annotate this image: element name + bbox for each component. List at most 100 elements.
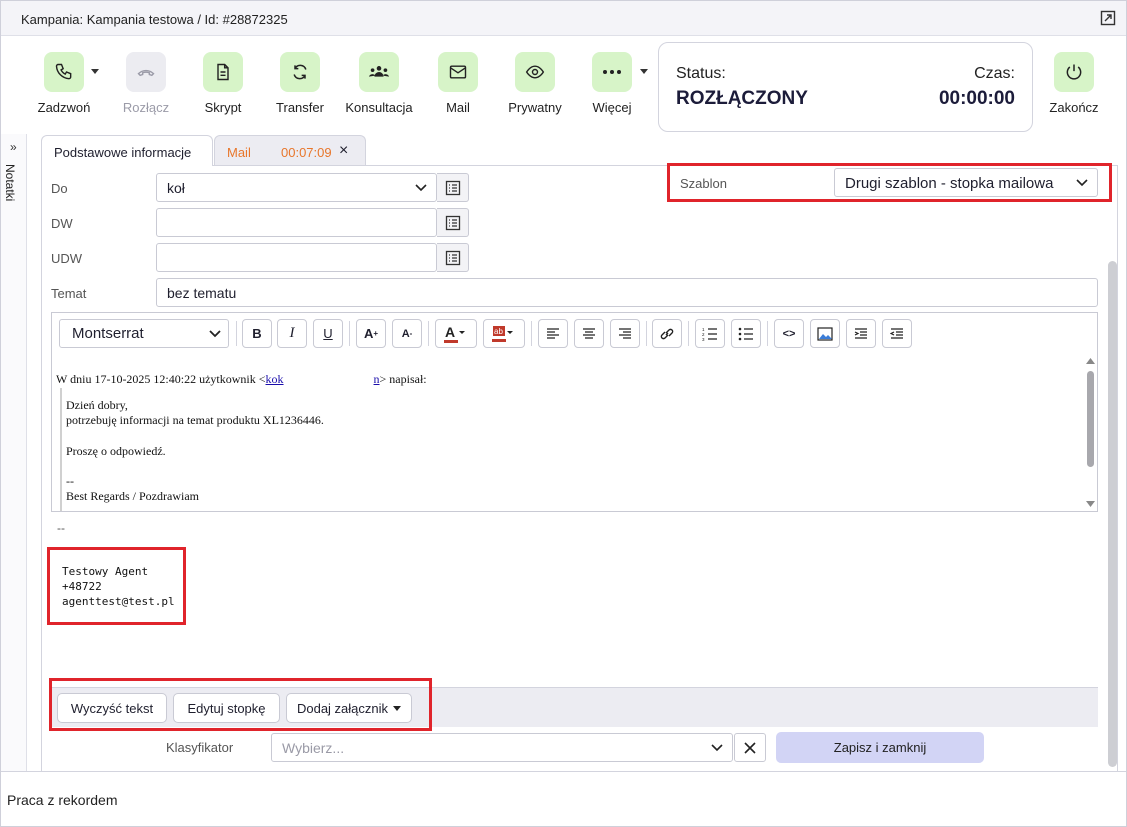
phone-icon bbox=[44, 52, 84, 92]
classifier-label: Klasyfikator bbox=[166, 740, 234, 755]
eye-icon bbox=[515, 52, 555, 92]
align-center-icon[interactable] bbox=[574, 319, 604, 348]
notes-panel-toggle[interactable]: » Notatki bbox=[1, 134, 27, 771]
italic-icon[interactable]: I bbox=[277, 319, 307, 348]
numbered-list-icon[interactable]: 123 bbox=[695, 319, 725, 348]
image-icon[interactable] bbox=[810, 319, 840, 348]
tab-basic-info-label: Podstawowe informacje bbox=[54, 145, 192, 160]
call-button[interactable]: Zadzwoń bbox=[24, 52, 104, 115]
consult-button[interactable]: Konsultacja bbox=[339, 52, 419, 115]
finish-label: Zakończ bbox=[1049, 100, 1099, 115]
toolbar-separator bbox=[236, 321, 237, 346]
to-input[interactable]: koł bbox=[156, 173, 437, 202]
script-label: Skrypt bbox=[204, 100, 242, 115]
template-value: Drugi szablon - stopka mailowa bbox=[845, 175, 1054, 192]
address-book-icon[interactable] bbox=[437, 208, 469, 237]
subject-label: Temat bbox=[51, 286, 87, 301]
popout-icon[interactable] bbox=[1100, 10, 1116, 26]
power-icon bbox=[1054, 52, 1094, 92]
signature-separator: -- bbox=[57, 521, 65, 535]
call-dropdown-icon[interactable] bbox=[91, 69, 99, 74]
more-button[interactable]: Więcej bbox=[572, 52, 652, 115]
title-bar: Kampania: Kampania testowa / Id: #288723… bbox=[1, 1, 1126, 36]
text-color-icon[interactable]: A bbox=[435, 319, 477, 348]
svg-text:3: 3 bbox=[702, 337, 705, 341]
classifier-placeholder: Wybierz... bbox=[282, 740, 345, 756]
editor-toolbar: Montserrat B I U A + A- A ab 1 2 3 <> bbox=[52, 313, 1097, 353]
subject-value: bez tematu bbox=[167, 285, 237, 301]
more-dots-icon bbox=[592, 52, 632, 92]
align-right-icon[interactable] bbox=[610, 319, 640, 348]
more-dropdown-icon[interactable] bbox=[640, 69, 648, 74]
quote-header-prefix: W dniu 17-10-2025 12:40:22 użytkownik < bbox=[56, 372, 266, 386]
save-and-close-button[interactable]: Zapisz i zamknij bbox=[776, 732, 984, 763]
align-left-icon[interactable] bbox=[538, 319, 568, 348]
mail-editor: Montserrat B I U A + A- A ab 1 2 3 <> W … bbox=[51, 312, 1098, 512]
font-size-increase-icon[interactable]: A + bbox=[356, 319, 386, 348]
outdent-icon[interactable] bbox=[882, 319, 912, 348]
private-button[interactable]: Prywatny bbox=[495, 52, 575, 115]
tab-mail-timer: 00:07:09 bbox=[281, 145, 332, 160]
panel-scroll-thumb[interactable] bbox=[1108, 261, 1117, 767]
toolbar-separator bbox=[646, 321, 647, 346]
template-select[interactable]: Drugi szablon - stopka mailowa bbox=[834, 168, 1098, 197]
classifier-select[interactable]: Wybierz... bbox=[271, 733, 733, 762]
hangup-label: Rozłącz bbox=[122, 100, 170, 115]
call-label: Zadzwoń bbox=[37, 100, 91, 115]
quoted-line: potrzebuję informacji na temat produktu … bbox=[66, 413, 324, 427]
notes-label: Notatki bbox=[3, 164, 17, 202]
quoted-line: Dzień dobry, bbox=[66, 398, 128, 412]
to-label: Do bbox=[51, 181, 68, 196]
tab-mail[interactable]: Mail 00:07:09 × bbox=[214, 135, 366, 166]
subject-input[interactable]: bez tematu bbox=[156, 278, 1098, 307]
document-icon bbox=[203, 52, 243, 92]
tab-basic-info[interactable]: Podstawowe informacje bbox=[41, 135, 213, 166]
underline-icon[interactable]: U bbox=[313, 319, 343, 348]
clear-classifier-icon[interactable] bbox=[734, 733, 766, 762]
script-button[interactable]: Skrypt bbox=[183, 52, 263, 115]
to-value: koł bbox=[167, 180, 185, 196]
font-size-decrease-icon[interactable]: A- bbox=[392, 319, 422, 348]
edit-footer-button[interactable]: Edytuj stopkę bbox=[173, 693, 280, 723]
font-family-value: Montserrat bbox=[72, 325, 144, 342]
code-view-icon[interactable]: <> bbox=[774, 319, 804, 348]
footer-text: Praca z rekordem bbox=[7, 792, 118, 808]
status-value: ROZŁĄCZONY bbox=[676, 88, 808, 109]
clear-text-button[interactable]: Wyczyść tekst bbox=[57, 693, 167, 723]
signature-line: agenttest@test.pl bbox=[62, 595, 175, 608]
sender-link[interactable]: kok bbox=[266, 372, 284, 386]
hangup-button[interactable]: Rozłącz bbox=[106, 52, 186, 115]
toolbar-separator bbox=[349, 321, 350, 346]
address-book-icon[interactable] bbox=[437, 173, 469, 202]
template-highlight: Szablon Drugi szablon - stopka mailowa bbox=[667, 163, 1112, 202]
toolbar-separator bbox=[688, 321, 689, 346]
link-icon[interactable] bbox=[652, 319, 682, 348]
close-tab-icon[interactable]: × bbox=[339, 142, 348, 160]
bullet-list-icon[interactable] bbox=[731, 319, 761, 348]
mail-button[interactable]: Mail bbox=[418, 52, 498, 115]
highlight-color-icon[interactable]: ab bbox=[483, 319, 525, 348]
chevron-down-icon[interactable] bbox=[414, 180, 428, 197]
signature-line: +48722 bbox=[62, 580, 102, 593]
indent-icon[interactable] bbox=[846, 319, 876, 348]
editor-scrollbar[interactable] bbox=[1084, 357, 1096, 509]
finish-button[interactable]: Zakończ bbox=[1034, 52, 1114, 115]
add-attachment-button[interactable]: Dodaj załącznik bbox=[286, 693, 412, 723]
people-icon bbox=[359, 52, 399, 92]
cc-input[interactable] bbox=[156, 208, 437, 237]
toolbar-separator bbox=[767, 321, 768, 346]
font-family-select[interactable]: Montserrat bbox=[59, 319, 229, 348]
editor-content[interactable]: W dniu 17-10-2025 12:40:22 użytkownik <k… bbox=[52, 353, 1097, 511]
bcc-input[interactable] bbox=[156, 243, 437, 272]
address-book-icon[interactable] bbox=[437, 243, 469, 272]
status-label: Status: bbox=[676, 65, 726, 82]
chevron-down-icon bbox=[1075, 175, 1089, 193]
transfer-button[interactable]: Transfer bbox=[260, 52, 340, 115]
chevron-down-icon bbox=[208, 326, 222, 344]
more-label: Więcej bbox=[592, 100, 632, 115]
bold-icon[interactable]: B bbox=[242, 319, 272, 348]
panel-scrollbar[interactable] bbox=[1106, 261, 1118, 771]
editor-scroll-thumb[interactable] bbox=[1087, 371, 1094, 467]
cc-label: DW bbox=[51, 216, 73, 231]
hangup-icon bbox=[126, 52, 166, 92]
